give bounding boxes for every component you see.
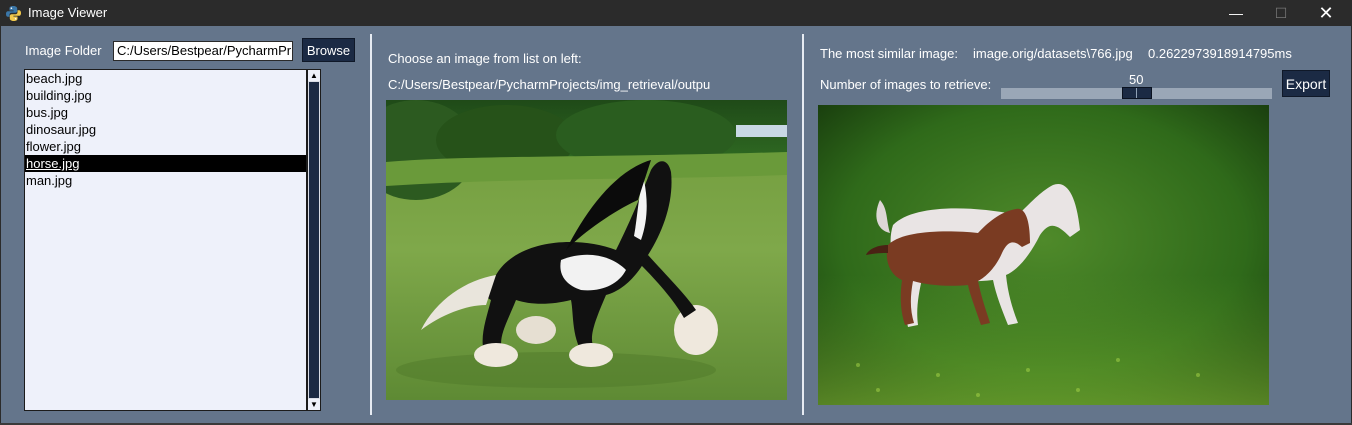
title-bar: Image Viewer — ☐ ✕ [0,0,1352,26]
image-folder-input[interactable]: C:/Users/Bestpear/PycharmPr [113,41,293,61]
piebald-horse-galloping-photo [386,100,787,400]
maximize-button[interactable]: ☐ [1258,0,1304,26]
list-item[interactable]: dinosaur.jpg [25,121,306,138]
list-item-selected[interactable]: horse.jpg [25,155,306,172]
selected-image-path: C:/Users/Bestpear/PycharmProjects/img_re… [388,77,711,92]
main-content: Image Folder C:/Users/Bestpear/PycharmPr… [1,26,1351,423]
most-similar-image [818,105,1269,405]
export-button[interactable]: Export [1282,70,1330,97]
list-item[interactable]: flower.jpg [25,138,306,155]
most-similar-path: image.orig/datasets\766.jpg [973,46,1133,61]
browse-button[interactable]: Browse [302,38,355,62]
list-item[interactable]: building.jpg [25,87,306,104]
list-item[interactable]: bus.jpg [25,104,306,121]
panel-divider [802,34,804,415]
minimize-icon: — [1229,5,1243,21]
scroll-up-icon[interactable]: ▲ [308,70,320,81]
minimize-button[interactable]: — [1213,0,1259,26]
retrieve-count-value: 50 [1129,72,1144,87]
scroll-thumb[interactable] [309,82,319,398]
panel-divider [370,34,372,415]
slider-handle[interactable] [1122,87,1152,99]
retrieve-count-label: Number of images to retrieve: [820,77,992,92]
retrieval-time: 0.2622973918914795ms [1148,46,1292,61]
selected-image-preview [386,100,787,400]
python-icon [6,6,21,21]
choose-image-instruction: Choose an image from list on left: [388,51,582,66]
image-file-list[interactable]: beach.jpg building.jpg bus.jpg dinosaur.… [24,69,307,411]
file-list-scrollbar[interactable]: ▲ ▼ [307,69,321,411]
image-folder-label: Image Folder [25,43,102,58]
most-similar-label: The most similar image: [820,46,958,61]
maximize-icon: ☐ [1274,4,1288,21]
mare-and-foal-photo [818,105,1269,405]
scroll-down-icon[interactable]: ▼ [308,399,320,410]
window-title: Image Viewer [28,5,108,20]
list-item[interactable]: beach.jpg [25,70,306,87]
close-icon: ✕ [1318,2,1334,23]
list-item[interactable]: man.jpg [25,172,306,189]
close-button[interactable]: ✕ [1303,0,1349,26]
